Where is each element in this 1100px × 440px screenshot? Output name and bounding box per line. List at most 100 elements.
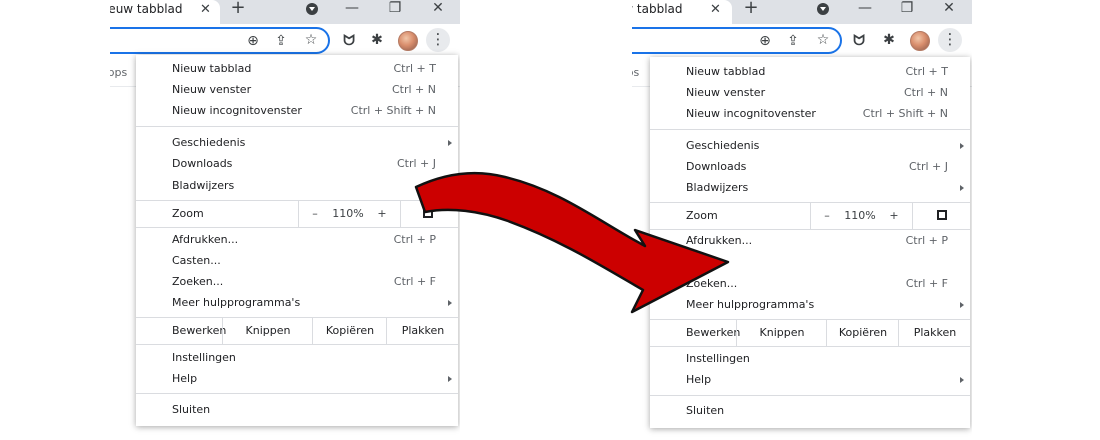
star-icon[interactable]: ☆ xyxy=(814,31,832,49)
feather-icon[interactable]: ᗢ xyxy=(850,32,868,50)
dropdown-circle-icon[interactable] xyxy=(812,0,834,20)
zoom-value: 110% xyxy=(332,207,364,220)
zoom-label: Zoom xyxy=(172,207,204,220)
puzzle-icon[interactable]: ✱ xyxy=(368,31,386,49)
plus-icon[interactable]: + xyxy=(740,0,762,20)
menu-separator xyxy=(650,129,970,130)
tab-new-tab[interactable]: Nieuw tabblad ✕ xyxy=(632,0,732,24)
menu-zoom-row: Zoom – 110% + xyxy=(650,203,970,229)
menu-label: Zoeken... xyxy=(686,277,738,290)
close-window-icon[interactable]: ✕ xyxy=(427,0,449,20)
menu-item-downloads[interactable]: Downloads Ctrl + J xyxy=(650,157,970,177)
minimize-icon[interactable]: — xyxy=(854,0,876,20)
menu-item-settings[interactable]: Instellingen xyxy=(136,348,458,368)
menu-label: Geschiedenis xyxy=(686,139,760,152)
share-icon[interactable]: ⇪ xyxy=(272,32,290,50)
menu-shortcut: Ctrl + T xyxy=(393,62,436,75)
paste-button[interactable]: Plakken xyxy=(386,318,459,344)
zoom-out-button[interactable]: – xyxy=(810,203,843,229)
menu-separator xyxy=(136,344,458,345)
chevron-right-icon xyxy=(448,140,452,146)
menu-item-cast[interactable]: Casten... xyxy=(136,251,458,271)
menu-item-history[interactable]: Geschiedenis xyxy=(136,133,458,153)
menu-item-downloads[interactable]: Downloads Ctrl + J xyxy=(136,154,458,174)
menu-label: Nieuw tabblad xyxy=(686,65,766,78)
close-icon[interactable]: ✕ xyxy=(710,1,721,19)
avatar[interactable] xyxy=(398,31,418,51)
paste-button[interactable]: Plakken xyxy=(898,320,971,346)
menu-item-exit[interactable]: Sluiten xyxy=(650,401,970,421)
menu-separator xyxy=(136,126,458,127)
avatar[interactable] xyxy=(910,31,930,51)
menu-item-bookmarks[interactable]: Bladwijzers xyxy=(136,176,458,196)
address-bar[interactable] xyxy=(110,27,330,54)
menu-item-settings[interactable]: Instellingen xyxy=(650,349,970,369)
zoom-in-button[interactable]: + xyxy=(878,203,910,229)
plus-icon[interactable]: + xyxy=(227,0,249,20)
menu-separator xyxy=(650,395,970,396)
menu-label: Casten... xyxy=(172,254,221,267)
menu-item-find[interactable]: Zoeken... Ctrl + F xyxy=(650,274,970,294)
kebab-icon[interactable]: ⋮ xyxy=(426,28,450,52)
menu-label: Meer hulpprogramma's xyxy=(172,296,301,309)
zoom-label: Zoom xyxy=(686,209,718,222)
close-window-icon[interactable]: ✕ xyxy=(938,0,960,20)
menu-item-print[interactable]: Afdrukken... Ctrl + P xyxy=(136,230,458,250)
menu-item-bookmarks[interactable]: Bladwijzers xyxy=(650,178,970,198)
menu-item-new-window[interactable]: Nieuw venster Ctrl + N xyxy=(650,83,970,103)
menu-item-new-incognito[interactable]: Nieuw incognitovenster Ctrl + Shift + N xyxy=(136,101,458,121)
menu-item-exit[interactable]: Sluiten xyxy=(136,400,458,420)
chevron-right-icon xyxy=(960,302,964,308)
zoom-value: 110% xyxy=(844,209,876,222)
puzzle-icon[interactable]: ✱ xyxy=(880,31,898,49)
chevron-right-icon xyxy=(448,183,452,189)
tab-title: Nieuw tabblad xyxy=(110,2,183,16)
zoom-icon[interactable]: ⊕ xyxy=(244,32,262,50)
menu-label: Sluiten xyxy=(172,403,211,416)
left-browser-screenshot: Nieuw tabblad ✕ + — ❐ ✕ ⊕ ⇪ ☆ ᗢ ✱ ⋮ Apps… xyxy=(110,0,460,440)
menu-label: Instellingen xyxy=(172,351,236,364)
feather-icon[interactable]: ᗢ xyxy=(340,32,358,50)
menu-item-new-incognito[interactable]: Nieuw incognitovenster Ctrl + Shift + N xyxy=(650,104,970,124)
menu-item-new-window[interactable]: Nieuw venster Ctrl + N xyxy=(136,80,458,100)
zoom-icon[interactable]: ⊕ xyxy=(756,32,774,50)
menu-item-print[interactable]: Afdrukken... Ctrl + P xyxy=(650,231,970,251)
menu-shortcut: Ctrl + N xyxy=(903,86,948,99)
menu-separator xyxy=(650,346,970,347)
toolbar: ⊕ ⇪ ☆ ᗢ ✱ ⋮ xyxy=(110,24,460,56)
share-icon[interactable]: ⇪ xyxy=(784,32,802,50)
menu-label: Sluiten xyxy=(686,404,725,417)
menu-label: Bladwijzers xyxy=(686,181,749,194)
cut-button[interactable]: Knippen xyxy=(222,318,313,344)
chevron-right-icon xyxy=(448,376,452,382)
menu-item-more-tools[interactable]: Meer hulpprogramma's xyxy=(136,293,458,313)
fullscreen-button[interactable] xyxy=(912,203,971,229)
fullscreen-button[interactable] xyxy=(400,201,459,227)
menu-item-history[interactable]: Geschiedenis xyxy=(650,136,970,156)
copy-button[interactable]: Kopiëren xyxy=(826,320,899,346)
restore-icon[interactable]: ❐ xyxy=(384,0,406,20)
close-icon[interactable]: ✕ xyxy=(200,1,211,19)
copy-button[interactable]: Kopiëren xyxy=(312,318,387,344)
dropdown-circle-icon[interactable] xyxy=(301,0,323,20)
star-icon[interactable]: ☆ xyxy=(302,31,320,49)
zoom-out-button[interactable]: – xyxy=(298,201,331,227)
menu-edit-row: Bewerken Knippen Kopiëren Plakken xyxy=(136,318,458,344)
zoom-in-button[interactable]: + xyxy=(366,201,398,227)
menu-label: Help xyxy=(686,373,712,386)
menu-item-find[interactable]: Zoeken... Ctrl + F xyxy=(136,272,458,292)
apps-shortcut[interactable]: Apps xyxy=(632,66,639,79)
restore-icon[interactable]: ❐ xyxy=(896,0,918,20)
chevron-right-icon xyxy=(448,300,452,306)
tab-new-tab[interactable]: Nieuw tabblad ✕ xyxy=(110,0,220,24)
cut-button[interactable]: Knippen xyxy=(736,320,827,346)
kebab-icon[interactable]: ⋮ xyxy=(938,28,962,52)
menu-item-new-tab[interactable]: Nieuw tabblad Ctrl + T xyxy=(650,62,970,82)
menu-item-more-tools[interactable]: Meer hulpprogramma's xyxy=(650,295,970,315)
address-bar[interactable] xyxy=(632,27,842,54)
apps-shortcut[interactable]: Apps xyxy=(110,66,127,79)
menu-item-help[interactable]: Help xyxy=(136,369,458,389)
menu-item-help[interactable]: Help xyxy=(650,370,970,390)
menu-item-new-tab[interactable]: Nieuw tabblad Ctrl + T xyxy=(136,59,458,79)
minimize-icon[interactable]: — xyxy=(341,0,363,20)
